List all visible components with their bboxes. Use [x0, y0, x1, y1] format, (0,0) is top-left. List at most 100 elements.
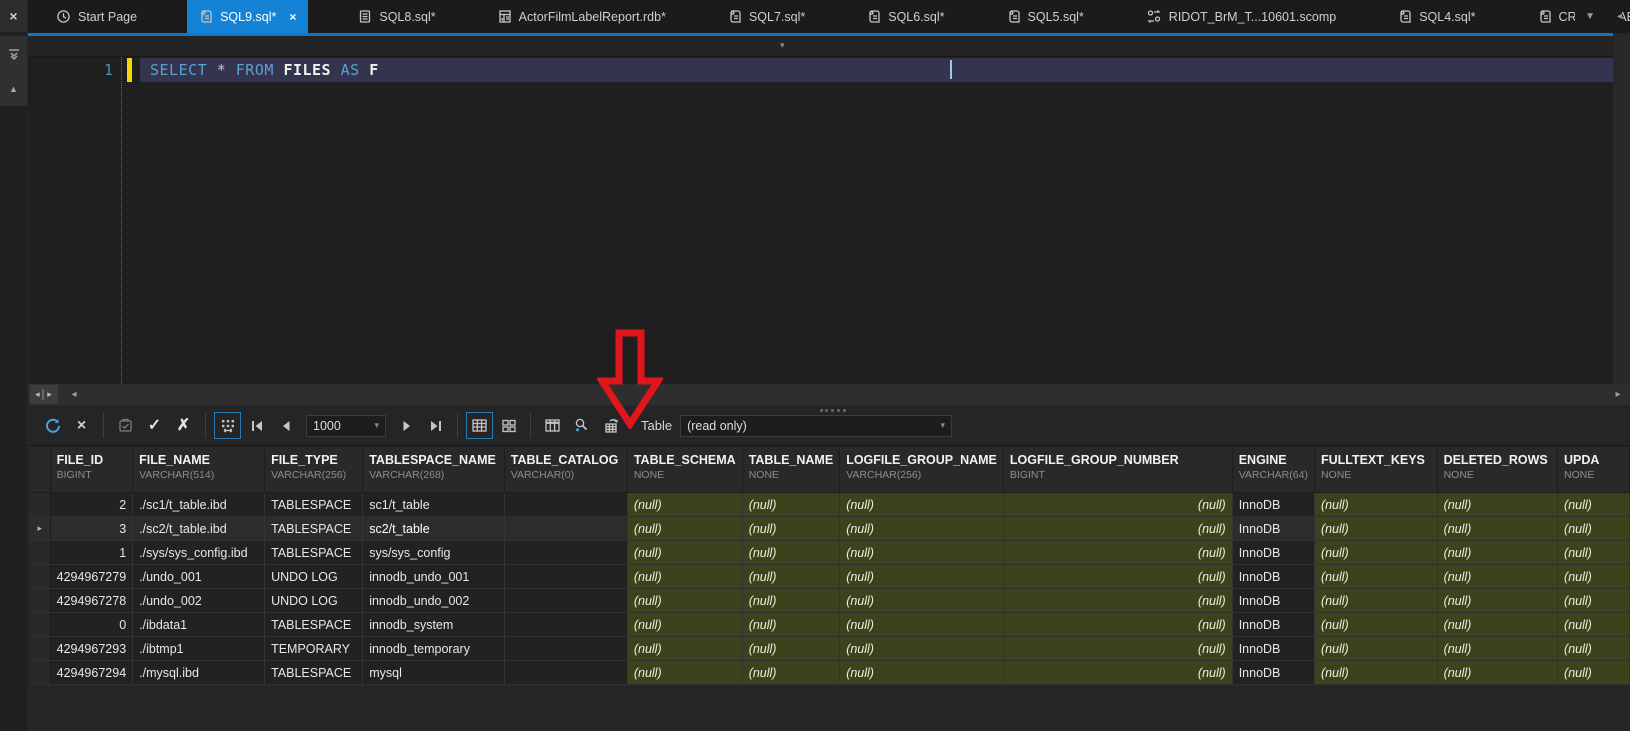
grid-view-button[interactable]	[466, 412, 493, 439]
grid-cell[interactable]: (null)	[1557, 564, 1630, 589]
grid-cell[interactable]: (null)	[1003, 516, 1233, 541]
editor-context-dropdown[interactable]	[28, 36, 798, 57]
splitter-grip[interactable]	[820, 409, 846, 412]
tab-sql4-sql-[interactable]: SQL4.sql*	[1386, 0, 1487, 33]
fetch-mode-button[interactable]	[214, 412, 241, 439]
column-header-table_schema[interactable]: TABLE_SCHEMA NONE	[627, 448, 743, 493]
grid-cell[interactable]: 2	[50, 492, 134, 517]
column-header-table_catalog[interactable]: TABLE_CATALOG VARCHAR(0)	[504, 448, 628, 493]
grid-cell[interactable]: 4294967294	[50, 660, 134, 685]
grid-cell[interactable]: 0	[50, 612, 134, 637]
grid-cell[interactable]: (null)	[1437, 540, 1559, 565]
column-header-deleted_rows[interactable]: DELETED_ROWS NONE	[1437, 448, 1559, 493]
grid-cell[interactable]: (null)	[627, 636, 743, 661]
row-selector-header[interactable]	[30, 448, 51, 493]
row-selector[interactable]	[30, 660, 51, 685]
grid-cell[interactable]	[504, 540, 628, 565]
grid-cell[interactable]: TEMPORARY	[264, 636, 364, 661]
column-header-file_type[interactable]: FILE_TYPE VARCHAR(256)	[264, 448, 364, 493]
grid-cell[interactable]: sc1/t_table	[362, 492, 505, 517]
grid-cell[interactable]: TABLESPACE	[264, 516, 364, 541]
grid-cell[interactable]	[504, 636, 628, 661]
grid-cell[interactable]: (null)	[1314, 564, 1438, 589]
column-header-tablespace_name[interactable]: TABLESPACE_NAME VARCHAR(268)	[362, 448, 505, 493]
row-selector[interactable]	[30, 564, 51, 589]
grid-cell[interactable]: (null)	[627, 588, 743, 613]
grid-cell[interactable]: (null)	[1557, 492, 1630, 517]
table-row[interactable]: 0 ./ibdata1 TABLESPACE innodb_system (null)(…	[30, 612, 1630, 637]
column-header-file_id[interactable]: FILE_ID BIGINT	[50, 448, 134, 493]
prev-page-button[interactable]	[272, 412, 299, 439]
grid-cell[interactable]: TABLESPACE	[264, 612, 364, 637]
table-row[interactable]: 2 ./sc1/t_table.ibd TABLESPACE sc1/t_table (…	[30, 492, 1630, 517]
close-pane-icon[interactable]: ×	[9, 9, 17, 23]
scroll-left-icon[interactable]: ◂	[64, 384, 84, 405]
grid-cell[interactable]: (null)	[627, 564, 743, 589]
grid-cell[interactable]: sys/sys_config	[362, 540, 505, 565]
grid-cell[interactable]: (null)	[1557, 516, 1630, 541]
grid-cell[interactable]: (null)	[1437, 636, 1559, 661]
grid-cell[interactable]: 3	[50, 516, 134, 541]
grid-cell[interactable]: (null)	[1314, 660, 1438, 685]
grid-cell[interactable]: (null)	[742, 564, 841, 589]
row-selector[interactable]	[30, 540, 51, 565]
grid-cell[interactable]: (null)	[839, 660, 1004, 685]
grid-cell[interactable]: (null)	[1003, 660, 1233, 685]
grid-cell[interactable]: ./sc1/t_table.ibd	[132, 492, 266, 517]
grid-cell[interactable]: (null)	[1314, 636, 1438, 661]
column-layout-button[interactable]	[539, 412, 566, 439]
grid-cell[interactable]: UNDO LOG	[264, 588, 364, 613]
grid-cell[interactable]: (null)	[1557, 588, 1630, 613]
tab-sql5-sql-[interactable]: SQL5.sql*	[995, 0, 1096, 33]
grid-cell[interactable]: InnoDB	[1232, 588, 1315, 613]
column-header-engine[interactable]: ENGINE VARCHAR(64)	[1232, 448, 1315, 493]
column-header-table_name[interactable]: TABLE_NAME NONE	[742, 448, 841, 493]
column-header-logfile_group_number[interactable]: LOGFILE_GROUP_NUMBER BIGINT	[1003, 448, 1233, 493]
row-selector[interactable]: ▸	[30, 516, 51, 541]
column-header-logfile_group_name[interactable]: LOGFILE_GROUP_NAME VARCHAR(256)	[839, 448, 1004, 493]
column-header-upda[interactable]: UPDA NONE	[1557, 448, 1630, 493]
split-scroll-icon[interactable]	[8, 48, 20, 61]
tab-list-dropdown-icon[interactable]: ▼	[1585, 11, 1595, 22]
table-row[interactable]: 4294967294 ./mysql.ibd TABLESPACE mysql (nul…	[30, 660, 1630, 685]
scroll-up-icon[interactable]: ▲	[9, 84, 18, 94]
tab-sql6-sql-[interactable]: SQL6.sql*	[855, 0, 956, 33]
grid-cell[interactable]: (null)	[1003, 564, 1233, 589]
grid-cell[interactable]	[504, 492, 628, 517]
page-size-combo[interactable]: 1000 ▾	[306, 414, 386, 437]
grid-cell[interactable]: ./ibdata1	[132, 612, 266, 637]
accept-changes-button[interactable]: ✓	[141, 412, 168, 439]
grid-cell[interactable]: InnoDB	[1232, 636, 1315, 661]
tab-sql9-sql-[interactable]: SQL9.sql* ×	[187, 0, 309, 33]
tab-actorfilmlabelreport-rdb-[interactable]: ActorFilmLabelReport.rdb*	[486, 0, 678, 33]
grid-cell[interactable]: (null)	[742, 516, 841, 541]
grid-cell[interactable]: mysql	[362, 660, 505, 685]
grid-cell[interactable]: (null)	[1314, 540, 1438, 565]
grid-cell[interactable]: ./undo_002	[132, 588, 266, 613]
grid-cell[interactable]: (null)	[1557, 660, 1630, 685]
grid-cell[interactable]: (null)	[1437, 492, 1559, 517]
grid-cell[interactable]: (null)	[627, 660, 743, 685]
grid-cell[interactable]: (null)	[1003, 636, 1233, 661]
grid-cell[interactable]: (null)	[627, 540, 743, 565]
grid-cell[interactable]: (null)	[1003, 612, 1233, 637]
commit-changes-button[interactable]	[112, 412, 139, 439]
row-selector[interactable]	[30, 492, 51, 517]
table-row[interactable]: 4294967279 ./undo_001 UNDO LOG innodb_undo_…	[30, 564, 1630, 589]
grid-cell[interactable]: (null)	[1557, 636, 1630, 661]
grid-cell[interactable]: TABLESPACE	[264, 492, 364, 517]
grid-cell[interactable]: (null)	[1314, 612, 1438, 637]
grid-cell[interactable]: (null)	[1314, 588, 1438, 613]
scroll-right-icon[interactable]: ▸	[1608, 384, 1628, 405]
grid-cell[interactable]: (null)	[1314, 516, 1438, 541]
find-in-results-button[interactable]	[568, 412, 595, 439]
grid-cell[interactable]: ./mysql.ibd	[132, 660, 266, 685]
grid-cell[interactable]: InnoDB	[1232, 540, 1315, 565]
grid-cell[interactable]: TABLESPACE	[264, 660, 364, 685]
grid-cell[interactable]: (null)	[839, 636, 1004, 661]
editor-horizontal-scrollbar[interactable]: ◂│▸ ◂ ▸	[28, 384, 1630, 405]
row-selector[interactable]	[30, 612, 51, 637]
column-header-file_name[interactable]: FILE_NAME VARCHAR(514)	[132, 448, 266, 493]
table-row[interactable]: 4294967278 ./undo_002 UNDO LOG innodb_undo_…	[30, 588, 1630, 613]
row-selector[interactable]	[30, 588, 51, 613]
